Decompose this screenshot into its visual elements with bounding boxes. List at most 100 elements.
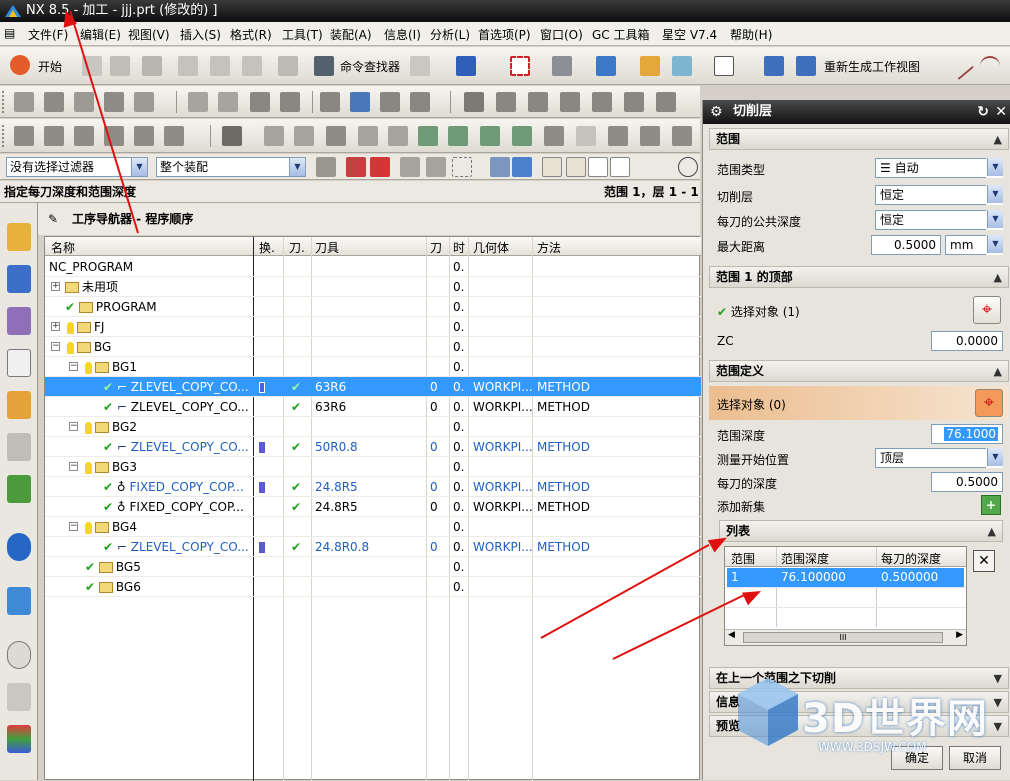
crosshair-select-active-button[interactable]: ⌖ — [975, 389, 1003, 417]
operation-a-icon[interactable] — [14, 126, 34, 146]
system-materials-icon[interactable] — [7, 683, 31, 711]
left-arrow-icon[interactable] — [358, 126, 378, 146]
start-icon[interactable] — [10, 55, 30, 75]
chevron-down-icon[interactable]: ▼ — [987, 448, 1003, 466]
assembly-navigator-icon[interactable] — [7, 223, 31, 251]
shaded-cube-icon[interactable] — [596, 56, 616, 76]
col-geometry[interactable]: 几何体 — [473, 239, 509, 256]
fit-view-icon[interactable] — [510, 56, 530, 76]
common-depth-select[interactable]: 恒定 ▼ — [875, 210, 1003, 230]
chevron-up-icon[interactable]: ▲ — [994, 130, 1002, 150]
menu-analysis[interactable]: 分析(L) — [430, 26, 470, 43]
start-button[interactable]: 开始 — [38, 58, 62, 75]
view-select-icon[interactable] — [490, 157, 510, 177]
view-direction-icon[interactable] — [764, 56, 784, 76]
undo-icon[interactable] — [278, 56, 298, 76]
info-icon[interactable] — [456, 56, 476, 76]
unit-select[interactable]: mm ▼ — [945, 235, 1003, 255]
generate-path-icon[interactable] — [320, 92, 340, 112]
close-icon[interactable]: ✕ — [995, 100, 1007, 124]
collapse-icon[interactable]: − — [69, 362, 78, 371]
display-mode-icon[interactable] — [222, 126, 242, 146]
create-program-icon[interactable] — [14, 92, 34, 112]
chevron-up-icon[interactable]: ▲ — [994, 268, 1002, 288]
list-col-depth-per-cut[interactable]: 每刀的深度 — [881, 550, 941, 567]
menu-view[interactable]: 视图(V) — [128, 26, 170, 43]
chevron-down-icon[interactable]: ▼ — [987, 210, 1003, 228]
horizontal-scrollbar[interactable]: ◀ III ▶ — [725, 629, 966, 645]
table-row[interactable]: ✔ PROGRAM 0. — [45, 297, 701, 317]
constraint-navigator-icon[interactable] — [7, 265, 31, 293]
snap-tangent-icon[interactable] — [634, 157, 654, 177]
pick-icon[interactable] — [426, 157, 446, 177]
arc-icon[interactable] — [980, 56, 1000, 76]
create-operation-icon[interactable] — [134, 92, 154, 112]
chevron-down-icon[interactable]: ▼ — [987, 185, 1003, 203]
toolbar-grip[interactable] — [2, 91, 6, 113]
regenerate-view-button[interactable]: 重新生成工作视图 — [824, 58, 920, 75]
col-change[interactable]: 换. — [259, 239, 275, 256]
scroll-thumb[interactable]: III — [743, 632, 943, 643]
roles-icon[interactable] — [7, 475, 31, 503]
snap-mode-icon[interactable] — [400, 157, 420, 177]
col-tool[interactable]: 刀具 — [315, 239, 339, 256]
command-finder-icon[interactable] — [314, 56, 334, 76]
col-path[interactable]: 刀. — [289, 239, 305, 256]
delete-x-button[interactable]: ✕ — [973, 550, 995, 572]
menu-window[interactable]: 窗口(O) — [540, 26, 583, 43]
table-row[interactable]: + FJ 0. — [45, 317, 701, 337]
more-tools-icon[interactable] — [672, 126, 692, 146]
chevron-down-icon[interactable]: ▼ — [131, 158, 147, 176]
collapse-icon[interactable]: − — [69, 462, 78, 471]
move-up-icon[interactable] — [480, 126, 500, 146]
col-method[interactable]: 方法 — [537, 239, 561, 256]
output-cls-icon[interactable] — [528, 92, 548, 112]
table-row[interactable]: ✔ ⌐ ZLEVEL_COPY_CO... ✔ 63R6 0 0. WORKPI… — [45, 397, 701, 417]
section-list-header[interactable]: 列表 ▲ — [719, 520, 1003, 542]
machine-navigator-icon[interactable] — [7, 391, 31, 419]
method-view-icon[interactable] — [280, 92, 300, 112]
tool-icon[interactable] — [640, 126, 660, 146]
max-distance-input[interactable]: 0.5000 — [871, 235, 941, 255]
depth-per-cut-input[interactable]: 0.5000 — [931, 472, 1003, 492]
chevron-down-icon[interactable]: ▼ — [289, 158, 305, 176]
cut-layer-select[interactable]: 恒定 ▼ — [875, 185, 1003, 205]
save-icon[interactable] — [142, 56, 162, 76]
table-row[interactable]: ✔ ⌐ ZLEVEL_COPY_CO... ✔ 24.8R0.8 0 0. WO… — [45, 537, 701, 557]
regenerate-view-icon[interactable] — [796, 56, 816, 76]
gear-icon[interactable]: ⚙ — [710, 100, 723, 124]
wcs-icon[interactable] — [672, 56, 692, 76]
menu-insert[interactable]: 插入(S) — [180, 26, 221, 43]
list-path-icon[interactable] — [380, 92, 400, 112]
scroll-left-icon[interactable]: ◀ — [728, 630, 735, 640]
table-row[interactable]: − BG 0. — [45, 337, 701, 357]
menu-format[interactable]: 格式(R) — [230, 26, 272, 43]
table-row[interactable]: ✔ BG5 0. — [45, 557, 701, 577]
feedrate-icon[interactable] — [560, 92, 580, 112]
section-range-top-header[interactable]: 范围 1 的顶部 ▲ — [709, 266, 1009, 288]
snap-perpendicular-icon[interactable] — [656, 157, 676, 177]
menu-tools[interactable]: 工具(T) — [282, 26, 323, 43]
table-row[interactable]: ✔ ⌐ ZLEVEL_COPY_CO... ✔ 50R0.8 0 0. WORK… — [45, 437, 701, 457]
range-depth-input[interactable]: 76.1000 — [931, 424, 1003, 444]
select-object-highlight[interactable]: 选择对象 (0) ⌖ — [709, 386, 1009, 420]
toolbar-grip[interactable] — [2, 125, 6, 147]
transform-icon[interactable] — [326, 126, 346, 146]
collapse-icon[interactable]: − — [69, 422, 78, 431]
section-range-header[interactable]: 范围 ▲ — [709, 128, 1009, 150]
part-navigator-icon[interactable] — [7, 307, 31, 335]
expand-icon[interactable]: + — [51, 282, 60, 291]
layer-icon[interactable] — [640, 56, 660, 76]
operation-b-icon[interactable] — [44, 126, 64, 146]
operation-f-icon[interactable] — [164, 126, 184, 146]
select-point-icon[interactable] — [370, 157, 390, 177]
create-geometry-icon[interactable] — [74, 92, 94, 112]
right-arrow-icon[interactable] — [388, 126, 408, 146]
line-icon[interactable] — [945, 51, 975, 81]
touch-mode-icon[interactable] — [410, 56, 430, 76]
show-3d-icon[interactable] — [294, 126, 314, 146]
list-col-range-depth[interactable]: 范围深度 — [781, 550, 829, 567]
menu-info[interactable]: 信息(I) — [384, 26, 421, 43]
operation-e-icon[interactable] — [134, 126, 154, 146]
history-clock-icon[interactable] — [7, 641, 31, 669]
